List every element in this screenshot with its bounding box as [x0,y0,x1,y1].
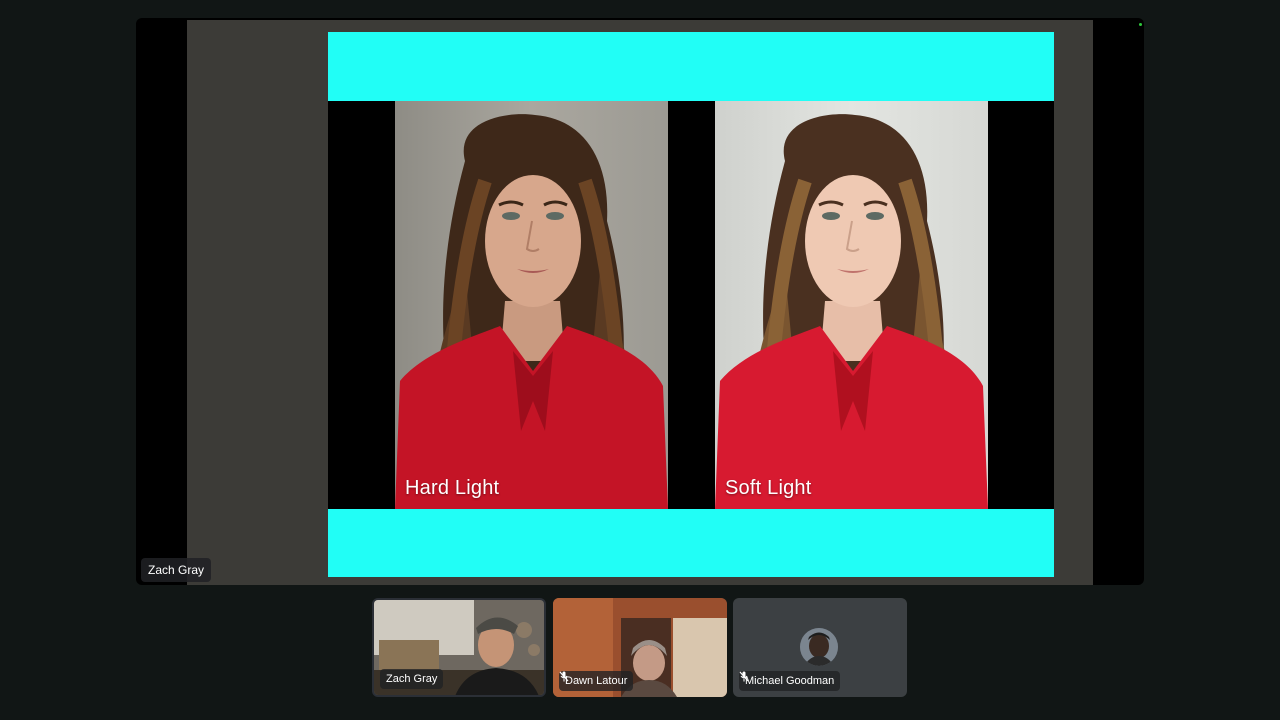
participant-name: Dawn Latour [565,675,628,687]
status-dot [1139,23,1142,26]
presentation-slide: Hard Light Soft Light [328,32,1054,577]
photo-label-hard: Hard Light [405,477,500,499]
participant-name-chip: Michael Goodman [739,671,841,691]
participant-name: Michael Goodman [745,675,835,687]
mic-off-icon [739,671,749,682]
participant-name: Zach Gray [386,673,438,685]
main-stage[interactable]: Hard Light Soft Light Zach Gray [136,18,1144,585]
active-speaker-name: Zach Gray [141,558,212,582]
participant-name-chip: Zach Gray [380,669,444,689]
slide-photo-area: Hard Light Soft Light [328,101,1054,509]
hard-light-photo: Hard Light [395,101,668,509]
meeting-window: Hard Light Soft Light Zach Gray Zach Gra… [0,0,1280,720]
shared-screen: Hard Light Soft Light [187,20,1142,585]
participant-name-chip: Dawn Latour [559,671,634,691]
participant-tile-michael[interactable]: Michael Goodman [733,598,907,697]
participant-tile-dawn[interactable]: Dawn Latour [553,598,727,697]
photo-label-soft: Soft Light [725,477,812,499]
soft-light-photo: Soft Light [715,101,988,509]
mic-off-icon [559,671,569,682]
avatar [800,628,838,666]
participant-tile-zach[interactable]: Zach Gray [372,598,546,697]
